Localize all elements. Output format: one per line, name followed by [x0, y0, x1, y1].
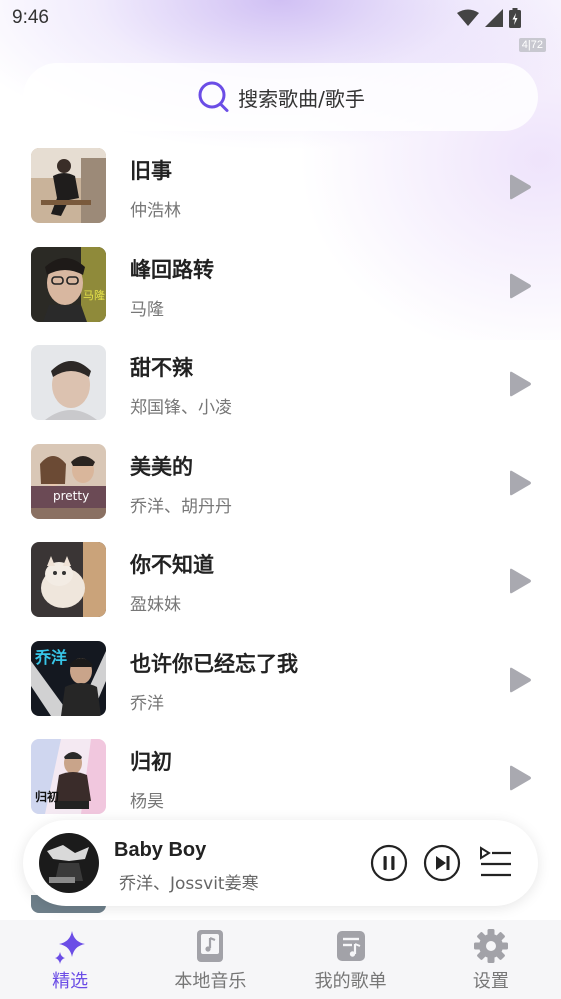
bottom-nav: 精选 本地音乐 我的歌单 设置 [0, 920, 561, 999]
song-artist: 仲浩林 [130, 201, 181, 221]
list-item[interactable]: 乔洋 也许你已经忘了我 乔洋 [0, 640, 561, 740]
cover-text: 乔洋 [34, 648, 67, 667]
mini-player[interactable]: Baby Boy 乔洋、Jossvit姜寒 [23, 820, 538, 906]
nav-settings[interactable]: 设置 [421, 920, 561, 999]
list-item[interactable]: 你不知道 盈妹妹 [0, 542, 561, 641]
cover-text: pretty [53, 489, 89, 503]
play-icon[interactable] [506, 667, 532, 693]
sparkle-icon [55, 931, 86, 964]
nav-local-music[interactable]: 本地音乐 [140, 920, 280, 999]
play-icon[interactable] [506, 174, 532, 200]
song-title: 旧事 [130, 159, 172, 183]
status-bar: 9:46 4|72 [0, 0, 561, 52]
local-music-icon [197, 930, 224, 962]
cover-text: 马隆 [83, 288, 105, 302]
now-playing-title: Baby Boy [114, 839, 207, 861]
song-title: 归初 [130, 750, 172, 774]
nav-featured[interactable]: 精选 [0, 920, 140, 999]
song-title: 甜不辣 [130, 356, 193, 380]
nav-label: 我的歌单 [314, 971, 387, 992]
list-item[interactable]: 旧事 仲浩林 [0, 148, 561, 247]
status-time: 9:46 [12, 7, 49, 28]
queue-list-icon[interactable] [477, 844, 513, 882]
nav-label: 设置 [472, 971, 509, 992]
album-cover: 马隆 [31, 246, 106, 322]
album-cover [31, 148, 106, 223]
network-speed-badge: 4|72 [518, 38, 546, 52]
song-artist: 乔洋、胡丹丹 [130, 496, 232, 517]
nav-my-playlists[interactable]: 我的歌单 [281, 920, 421, 999]
album-cover: pretty [31, 443, 106, 519]
song-title: 峰回路转 [130, 257, 214, 282]
play-icon[interactable] [506, 568, 532, 594]
album-cover [31, 542, 106, 617]
song-title: 你不知道 [130, 553, 214, 577]
search-bar[interactable]: 搜索歌曲/歌手 [23, 63, 538, 131]
song-artist: 乔洋 [130, 693, 164, 714]
song-artist: 郑国锋、小凌 [130, 398, 232, 418]
signal-icon [485, 9, 503, 27]
play-icon[interactable] [506, 470, 532, 496]
search-placeholder: 搜索歌曲/歌手 [238, 86, 365, 111]
song-artist: 杨昊 [130, 792, 164, 812]
song-title: 也许你已经忘了我 [130, 651, 298, 676]
list-item[interactable]: pretty 美美的 乔洋、胡丹丹 [0, 443, 561, 543]
nav-label: 精选 [52, 971, 89, 992]
album-cover: 归初 [31, 739, 106, 814]
playlist-icon [336, 931, 365, 961]
search-icon [198, 81, 229, 112]
list-item[interactable]: 马隆 峰回路转 马隆 [0, 246, 561, 346]
play-icon[interactable] [506, 273, 532, 299]
now-playing-cover [39, 833, 99, 893]
next-track-icon[interactable] [423, 844, 461, 882]
album-cover: 乔洋 [31, 640, 106, 716]
battery-icon [509, 8, 521, 28]
gear-icon [473, 929, 508, 963]
song-artist: 盈妹妹 [130, 595, 181, 615]
pause-icon[interactable] [370, 844, 408, 882]
song-title: 美美的 [130, 454, 193, 479]
song-list: 旧事 仲浩林 马隆 峰回路转 马隆 甜不辣 郑国锋、小凌 pretty 美美的 … [0, 148, 561, 838]
wifi-icon [457, 9, 479, 26]
now-playing-artist: 乔洋、Jossvit姜寒 [119, 874, 259, 894]
song-artist: 马隆 [130, 299, 164, 320]
list-item[interactable]: 甜不辣 郑国锋、小凌 [0, 345, 561, 444]
nav-label: 本地音乐 [174, 971, 247, 992]
status-icons [457, 8, 521, 28]
play-icon[interactable] [506, 371, 532, 397]
album-cover [31, 345, 106, 420]
cover-text: 归初 [35, 789, 59, 804]
play-icon[interactable] [506, 765, 532, 791]
